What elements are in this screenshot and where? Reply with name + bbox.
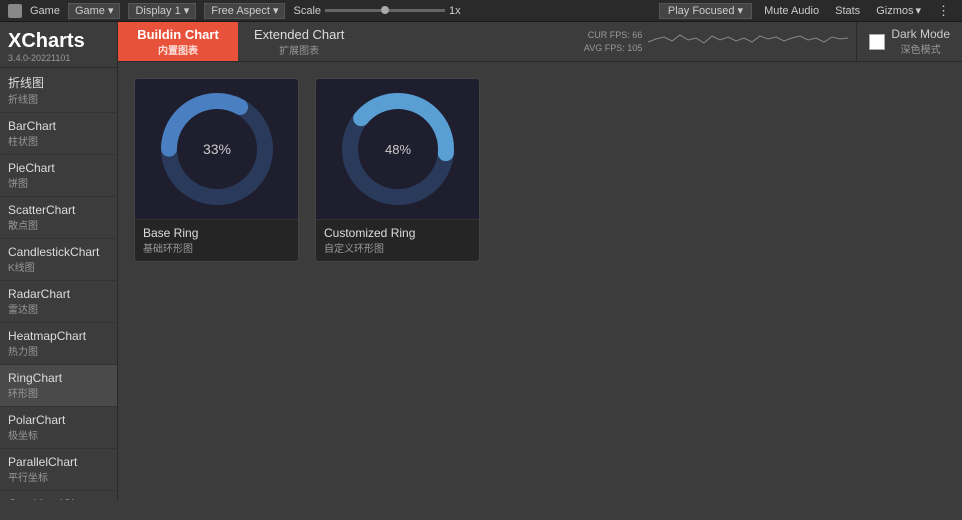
- chart-gallery: 33% Base Ring 基础环形图 48% Customized Ring …: [118, 62, 962, 500]
- cur-fps-value: 66: [632, 30, 642, 40]
- sidebar-logo: XCharts 3.4.0-20221101: [0, 22, 117, 68]
- svg-text:48%: 48%: [385, 142, 411, 157]
- game-dropdown[interactable]: Game ▾: [68, 3, 121, 19]
- game-label: Game: [30, 5, 60, 17]
- tab-buildin[interactable]: Buildin Chart 内置图表: [118, 22, 238, 61]
- sidebar-item-polar[interactable]: PolarChart 极坐标: [0, 407, 117, 449]
- chart-label-en: Base Ring: [143, 226, 290, 240]
- sidebar-item-combined[interactable]: CombinedChart 组合图: [0, 491, 117, 500]
- content-tabs: Buildin Chart 内置图表 Extended Chart 扩展图表 C…: [118, 22, 962, 62]
- fps-area: CUR FPS: 66 AVG FPS: 105: [584, 22, 856, 61]
- gizmos-button[interactable]: Gizmos ▾: [872, 4, 925, 17]
- sidebar-item-en: ScatterChart: [8, 203, 109, 217]
- dark-mode-checkbox[interactable]: [869, 34, 885, 50]
- sidebar-item-zh: 散点图: [8, 217, 109, 232]
- play-focused-button[interactable]: Play Focused ▾: [659, 3, 752, 19]
- logo-title: XCharts: [8, 30, 109, 53]
- sidebar-item-line[interactable]: 折线图 折线图: [0, 68, 117, 113]
- chart-card-canvas: 33%: [135, 79, 299, 219]
- mute-audio-button[interactable]: Mute Audio: [760, 5, 823, 17]
- stats-button[interactable]: Stats: [831, 5, 864, 17]
- sidebar-items: 折线图 折线图 BarChart 柱状图 PieChart 饼图 Scatter…: [0, 68, 117, 500]
- dark-mode-area: Dark Mode 深色模式: [856, 22, 962, 61]
- sidebar-item-en: HeatmapChart: [8, 329, 109, 343]
- sidebar-item-radar[interactable]: RadarChart 雷达图: [0, 281, 117, 323]
- fps-text: CUR FPS: 66 AVG FPS: 105: [584, 29, 642, 54]
- sidebar-item-zh: 平行坐标: [8, 469, 109, 484]
- os-bar: Game Game ▾ Display 1 ▾ Free Aspect ▾ Sc…: [0, 0, 962, 22]
- ring-svg: 48%: [316, 79, 480, 219]
- tab-extended[interactable]: Extended Chart 扩展图表: [238, 22, 360, 61]
- chart-label-en: Customized Ring: [324, 226, 471, 240]
- more-button[interactable]: ⋮: [933, 3, 954, 19]
- sidebar-item-en: CombinedChart: [8, 497, 109, 500]
- cur-fps-label: CUR FPS:: [588, 30, 630, 40]
- sidebar-item-bar[interactable]: BarChart 柱状图: [0, 113, 117, 155]
- aspect-dropdown[interactable]: Free Aspect ▾: [204, 3, 285, 19]
- chart-card-canvas: 48%: [316, 79, 480, 219]
- sidebar-item-en: RingChart: [8, 371, 109, 385]
- sidebar-item-scatter[interactable]: ScatterChart 散点图: [0, 197, 117, 239]
- sidebar-item-ring[interactable]: RingChart 环形图: [0, 365, 117, 407]
- sidebar-item-en: ParallelChart: [8, 455, 109, 469]
- chart-card-label: Customized Ring 自定义环形图: [316, 219, 479, 261]
- sidebar-item-en: BarChart: [8, 119, 109, 133]
- scale-slider[interactable]: [325, 9, 445, 12]
- fps-chart: [648, 27, 848, 57]
- display-dropdown[interactable]: Display 1 ▾: [128, 3, 196, 19]
- sidebar-item-pie[interactable]: PieChart 饼图: [0, 155, 117, 197]
- dark-mode-label: Dark Mode 深色模式: [891, 27, 950, 56]
- sidebar-item-en: PieChart: [8, 161, 109, 175]
- sidebar-item-candlestick[interactable]: CandlestickChart K线图: [0, 239, 117, 281]
- chart-label-zh: 自定义环形图: [324, 240, 471, 255]
- chart-label-zh: 基础环形图: [143, 240, 290, 255]
- svg-text:33%: 33%: [203, 141, 231, 157]
- sidebar-item-zh: 热力图: [8, 343, 109, 358]
- ring-svg: 33%: [135, 79, 299, 219]
- sidebar-item-zh: K线图: [8, 259, 109, 274]
- sidebar-item-en: CandlestickChart: [8, 245, 109, 259]
- tab-buildin-label-zh: 内置图表: [158, 42, 198, 57]
- sidebar: XCharts 3.4.0-20221101 折线图 折线图 BarChart …: [0, 22, 118, 500]
- sidebar-item-zh: 雷达图: [8, 301, 109, 316]
- avg-fps-value: 105: [627, 43, 642, 53]
- sidebar-item-zh: 饼图: [8, 175, 109, 190]
- main-layout: XCharts 3.4.0-20221101 折线图 折线图 BarChart …: [0, 22, 962, 500]
- chart-card-base-ring[interactable]: 33% Base Ring 基础环形图: [134, 78, 299, 262]
- sidebar-item-parallel[interactable]: ParallelChart 平行坐标: [0, 449, 117, 491]
- chart-card-customized-ring[interactable]: 48% Customized Ring 自定义环形图: [315, 78, 480, 262]
- sidebar-item-heatmap[interactable]: HeatmapChart 热力图: [0, 323, 117, 365]
- sidebar-item-zh: 极坐标: [8, 427, 109, 442]
- scale-section: Scale 1x: [293, 5, 460, 17]
- tab-extended-label-zh: 扩展图表: [279, 42, 319, 57]
- sidebar-item-en: 折线图: [8, 74, 109, 91]
- sidebar-item-zh: 折线图: [8, 91, 109, 106]
- logo-version: 3.4.0-20221101: [8, 53, 109, 63]
- sidebar-item-zh: 柱状图: [8, 133, 109, 148]
- sidebar-item-zh: 环形图: [8, 385, 109, 400]
- tab-buildin-label-en: Buildin Chart: [137, 27, 219, 42]
- chart-card-label: Base Ring 基础环形图: [135, 219, 298, 261]
- tab-extended-label-en: Extended Chart: [254, 27, 344, 42]
- sidebar-item-en: PolarChart: [8, 413, 109, 427]
- sidebar-item-en: RadarChart: [8, 287, 109, 301]
- game-icon: [8, 4, 22, 18]
- avg-fps-label: AVG FPS:: [584, 43, 625, 53]
- content-area: Buildin Chart 内置图表 Extended Chart 扩展图表 C…: [118, 22, 962, 500]
